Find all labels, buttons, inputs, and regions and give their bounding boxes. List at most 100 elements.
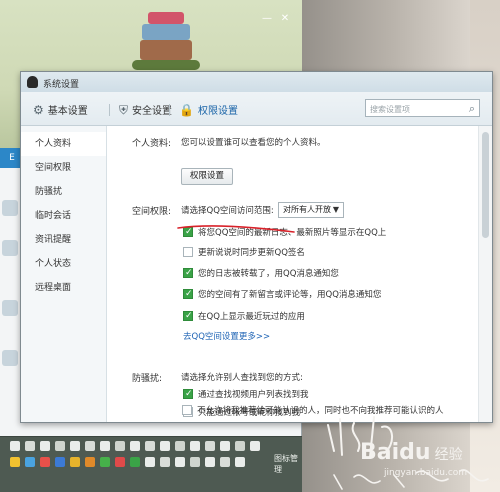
checkbox[interactable] xyxy=(183,388,193,400)
app-icon[interactable] xyxy=(220,441,230,451)
checkbox[interactable] xyxy=(182,405,192,415)
dialog-title: 系统设置 xyxy=(43,80,80,90)
app-icon[interactable] xyxy=(190,457,200,467)
app-icon[interactable] xyxy=(235,441,245,451)
app-icon[interactable] xyxy=(145,457,155,467)
app-icon[interactable] xyxy=(205,457,215,467)
side-avatar-icon[interactable] xyxy=(2,200,18,216)
nav-item-personal-status[interactable]: 个人状态 xyxy=(21,252,106,276)
app-icon[interactable] xyxy=(145,441,155,451)
app-icon[interactable] xyxy=(40,441,50,451)
profile-section-label: 个人资料: xyxy=(132,139,172,149)
nav-item-remote-desktop[interactable]: 远程桌面 xyxy=(21,276,106,300)
watermark-logo: Baidu xyxy=(360,440,431,465)
app-toolbar: 图标管理 xyxy=(0,436,302,492)
app-icon[interactable] xyxy=(100,441,110,451)
tab-basic-settings[interactable]: ⚙ 基本设置 xyxy=(33,102,88,118)
nav-item-temp-session[interactable]: 临时会话 xyxy=(21,204,106,228)
tab-permission-settings[interactable]: 🔒 权限设置 xyxy=(179,102,238,118)
app-icon[interactable] xyxy=(175,457,185,467)
space-section-label: 空间权限: xyxy=(132,207,172,217)
tab-label: 权限设置 xyxy=(197,106,238,117)
nav-item-anti-harassment[interactable]: 防骚扰 xyxy=(21,180,106,204)
side-avatar-icon[interactable] xyxy=(2,300,18,316)
app-icon[interactable] xyxy=(160,441,170,451)
anti-option-row[interactable]: 通过查找视频用户列表找到我 xyxy=(183,388,309,400)
space-option-row[interactable]: 您的日志被转载了，用QQ消息通知您 xyxy=(183,267,339,279)
app-icon[interactable] xyxy=(55,457,65,467)
space-access-prompt: 请选择QQ空间访问范围: xyxy=(181,206,274,216)
app-icon[interactable] xyxy=(160,457,170,467)
space-option-row[interactable]: 您的空间有了新留言或评论等，用QQ消息通知您 xyxy=(183,288,381,300)
app-icon[interactable] xyxy=(220,457,230,467)
space-access-select[interactable]: 对所有人开放 ▼ xyxy=(278,202,344,218)
app-icon[interactable] xyxy=(85,441,95,451)
app-icon[interactable] xyxy=(115,441,125,451)
search-placeholder: 搜索设置项 xyxy=(370,105,410,114)
option-label: 您的日志被转载了，用QQ消息通知您 xyxy=(198,269,339,279)
anti-option-row[interactable]: 不允许将我推荐给可能认识的人，同时也不向我推荐可能认识的人 xyxy=(182,404,444,416)
app-icon[interactable] xyxy=(70,441,80,451)
tab-divider xyxy=(169,104,170,116)
space-option-row[interactable]: 在QQ上显示最近玩过的应用 xyxy=(183,310,305,322)
option-label: 在QQ上显示最近玩过的应用 xyxy=(198,312,305,322)
scrollbar-thumb[interactable] xyxy=(482,132,489,238)
red-pen-underline xyxy=(177,225,295,233)
anti-prompt: 请选择允许别人查找到您的方式: xyxy=(181,373,303,383)
checkbox[interactable] xyxy=(183,310,193,322)
app-icon[interactable] xyxy=(205,441,215,451)
checkbox[interactable] xyxy=(183,247,193,257)
option-label: 不允许将我推荐给可能认识的人，同时也不向我推荐可能认识的人 xyxy=(197,406,444,416)
checkbox[interactable] xyxy=(183,267,193,279)
star-icon[interactable] xyxy=(10,457,20,467)
toolbar-row xyxy=(10,457,245,467)
option-label: 更新说说时同步更新QQ签名 xyxy=(198,248,305,258)
space-more-settings-link[interactable]: 去QQ空间设置更多>> xyxy=(183,330,270,342)
minimize-icon[interactable]: — xyxy=(262,14,272,24)
app-icon[interactable] xyxy=(25,457,35,467)
tab-security-settings[interactable]: ⛨ 安全设置 xyxy=(119,102,172,118)
option-label: 通过查找视频用户列表找到我 xyxy=(198,390,309,400)
close-icon[interactable]: ✕ xyxy=(280,14,290,24)
icon-manager-label[interactable]: 图标管理 xyxy=(274,453,302,475)
app-icon[interactable] xyxy=(55,441,65,451)
toolbar-row xyxy=(10,441,260,451)
tab-divider xyxy=(109,104,110,116)
app-icon[interactable] xyxy=(130,457,140,467)
nav-item-space-permission[interactable]: 空间权限 xyxy=(21,156,106,180)
app-icon[interactable] xyxy=(25,441,35,451)
shield-icon: ⛨ xyxy=(119,102,129,117)
qq-penguin-icon xyxy=(27,76,38,88)
app-icon[interactable] xyxy=(190,441,200,451)
dialog-title-bar: 系统设置 xyxy=(21,72,492,92)
settings-search-input[interactable]: 搜索设置项 ⌕ xyxy=(365,99,480,117)
cake-illustration xyxy=(132,12,200,72)
vertical-scrollbar[interactable] xyxy=(478,126,492,422)
option-label: 您的空间有了新留言或评论等，用QQ消息通知您 xyxy=(198,290,382,300)
side-avatar-icon[interactable] xyxy=(2,240,18,256)
permission-settings-button[interactable]: 权限设置 xyxy=(181,168,233,185)
checkbox[interactable] xyxy=(183,288,193,300)
anti-section-label: 防骚扰: xyxy=(132,374,163,384)
app-icon[interactable] xyxy=(85,457,95,467)
watermark-url: jingyan.baidu.com xyxy=(384,468,468,478)
app-icon[interactable] xyxy=(115,457,125,467)
app-icon[interactable] xyxy=(250,441,260,451)
app-icon[interactable] xyxy=(130,441,140,451)
settings-side-nav: 个人资料 空间权限 防骚扰 临时会话 资讯提醒 个人状态 远程桌面 xyxy=(21,126,107,422)
lock-icon: 🔒 xyxy=(179,102,194,117)
app-icon[interactable] xyxy=(100,457,110,467)
app-icon[interactable] xyxy=(40,457,50,467)
app-icon[interactable] xyxy=(10,441,20,451)
search-icon[interactable]: ⌕ xyxy=(469,102,475,116)
app-icon[interactable] xyxy=(235,457,245,467)
nav-item-news-alert[interactable]: 资讯提醒 xyxy=(21,228,106,252)
tab-label: 基本设置 xyxy=(47,106,88,117)
settings-tab-bar: ⚙ 基本设置 ⛨ 安全设置 🔒 权限设置 搜索设置项 ⌕ xyxy=(21,92,492,126)
watermark-cn: 经验 xyxy=(434,447,463,463)
app-icon[interactable] xyxy=(175,441,185,451)
app-icon[interactable] xyxy=(70,457,80,467)
nav-item-profile[interactable]: 个人资料 xyxy=(21,132,106,156)
side-avatar-icon[interactable] xyxy=(2,350,18,366)
space-option-row[interactable]: 更新说说时同步更新QQ签名 xyxy=(183,246,305,258)
